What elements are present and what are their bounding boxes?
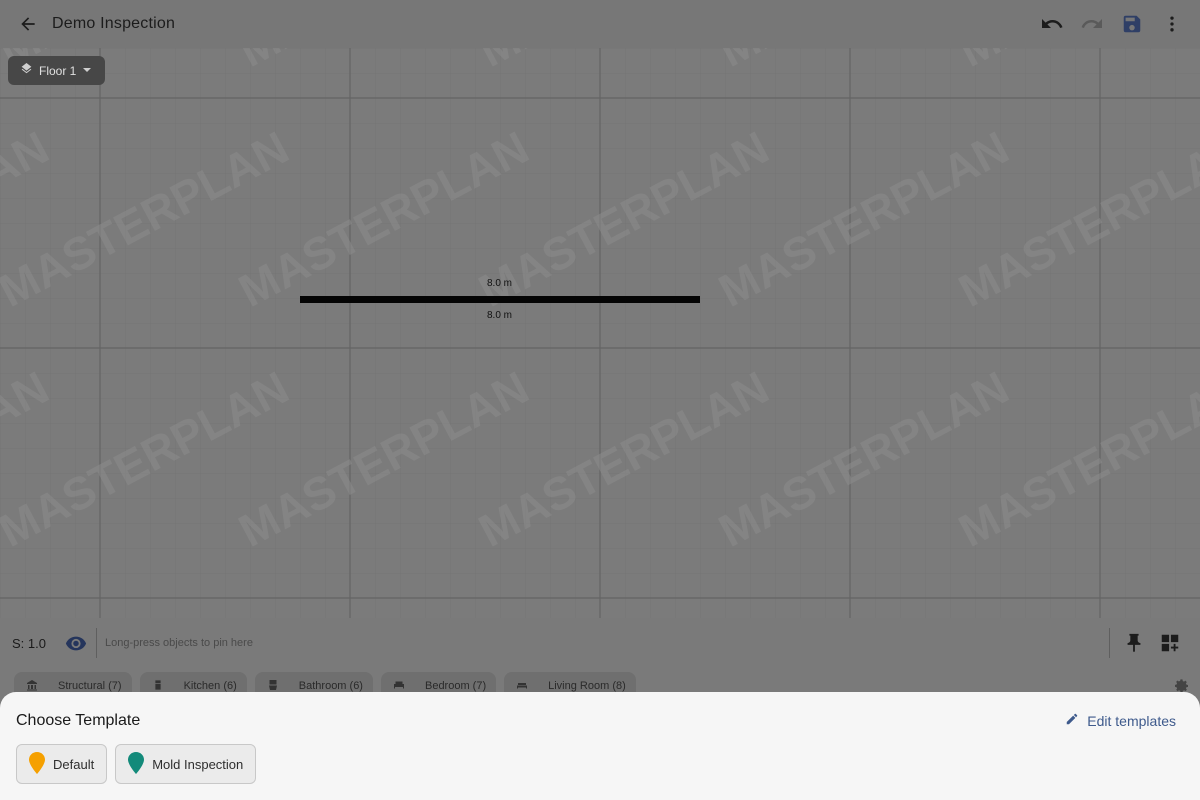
redo-icon[interactable]: [1080, 12, 1104, 36]
category-label: Kitchen (6): [183, 680, 237, 692]
eye-icon[interactable]: [64, 631, 88, 655]
divider: [1109, 628, 1110, 658]
category-label: Bedroom (7): [424, 680, 487, 692]
edit-templates-label: Edit templates: [1087, 712, 1176, 729]
scale-readout: S: 1.0: [12, 635, 46, 651]
floor-label: Floor 1: [39, 63, 77, 78]
floor-selector[interactable]: Floor 1: [8, 56, 105, 85]
floorplan-canvas[interactable]: MASTERPLAN MASTERPLAN MASTERPLAN MASTERPLAN…: [0, 48, 1200, 618]
pencil-icon: [1065, 712, 1079, 729]
wall-length-bottom-label: 8.0 m: [487, 310, 513, 321]
dropdown-arrow-icon: [82, 64, 92, 78]
category-label: Structural (7): [58, 680, 122, 692]
grid-add-icon[interactable]: [1158, 631, 1182, 655]
choose-template-sheet: Choose Template Edit templates Default M…: [0, 692, 1200, 800]
app-bar: Demo Inspection: [0, 0, 1200, 48]
template-chip-mold-inspection[interactable]: Mold Inspection: [115, 744, 257, 784]
more-vert-icon[interactable]: [1160, 12, 1184, 36]
undo-icon[interactable]: [1040, 12, 1064, 36]
pin-icon[interactable]: [1122, 631, 1146, 655]
category-label: Living Room (8): [548, 680, 626, 692]
grid: MASTERPLANMASTERPLANMASTERPLANMASTERPLAN…: [0, 48, 1200, 618]
template-chip-default[interactable]: Default: [16, 744, 108, 784]
pin-hint-text: Long-press objects to pin here: [104, 637, 253, 649]
wall-segment: [300, 296, 700, 303]
layers-icon: [20, 62, 33, 79]
save-icon[interactable]: [1120, 12, 1144, 36]
page-title: Demo Inspection: [52, 15, 176, 32]
map-marker-icon: [29, 751, 45, 777]
template-label: Mold Inspection: [152, 756, 244, 772]
back-arrow-icon[interactable]: [14, 10, 42, 38]
wall-length-top-label: 8.0 m: [487, 278, 513, 289]
edit-templates-button[interactable]: Edit templates: [1065, 712, 1176, 729]
category-label: Bathroom (6): [298, 680, 363, 692]
map-marker-icon: [128, 751, 145, 777]
template-label: Default: [53, 756, 95, 772]
divider: [95, 628, 97, 658]
sheet-title: Choose Template: [16, 712, 141, 729]
canvas-toolbar: S: 1.0 Long-press objects to pin here: [0, 618, 1200, 668]
